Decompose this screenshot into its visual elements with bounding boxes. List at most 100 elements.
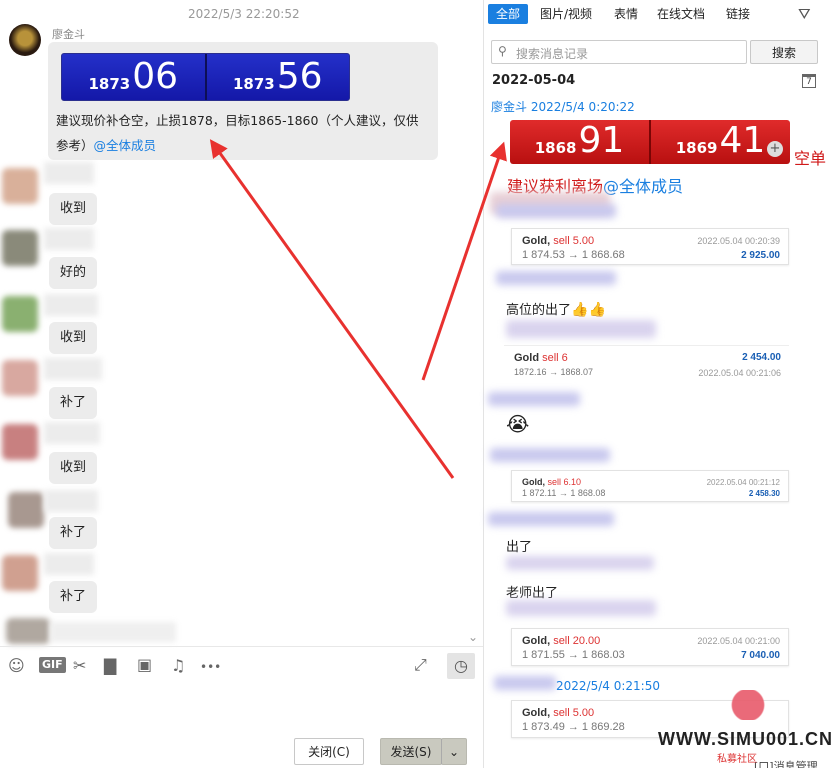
trade-time: 2022.05.04 00:21:06: [698, 368, 781, 378]
quote-image[interactable]: 1873 06 1873 56: [61, 53, 350, 101]
send-options-dropdown[interactable]: ⌄: [441, 738, 467, 765]
tab-stickers[interactable]: 表情: [614, 4, 638, 24]
red-quote-right-big: 41: [719, 120, 766, 161]
trade-card[interactable]: Gold, sell 6.10 1 872.11 → 1 868.08 2022…: [511, 470, 789, 502]
zoom-plus-icon[interactable]: +: [767, 141, 783, 157]
message-manager-link[interactable]: [口]消息管理: [754, 758, 818, 768]
late-timestamp: 2022/5/4 0:21:50: [556, 679, 660, 693]
message-bubble[interactable]: 1873 06 1873 56 建议现价补仓空，止损1878，目标1865-18…: [48, 42, 438, 160]
trade-amount: 2 458.30: [748, 489, 780, 498]
scissors-icon[interactable]: ✂: [73, 657, 86, 675]
thumbs-up-icon: 👍👍: [571, 302, 606, 318]
expand-icon[interactable]: ⤢: [414, 656, 427, 674]
red-mention-all[interactable]: @全体成员: [603, 177, 683, 196]
quote-right-big: 56: [276, 56, 323, 97]
reply-avatar[interactable]: [2, 230, 38, 266]
input-divider: [0, 646, 483, 647]
sender-name: 廖金斗: [52, 28, 85, 41]
blurred-name: [506, 600, 656, 616]
bell-icon[interactable]: ♫: [171, 657, 185, 675]
tab-links[interactable]: 链接: [726, 4, 750, 24]
trade-symbol: Gold, sell 6.10: [522, 477, 582, 487]
trade-symbol: Gold, sell 20.00: [522, 635, 601, 647]
history-pane: 全部 图片/视频 表情 在线文档 链接 ⛛ ⚲ 搜索消息记录 搜索 2022-0…: [484, 0, 834, 768]
image-icon[interactable]: ▣: [137, 656, 152, 674]
close-button[interactable]: 关闭(C): [294, 738, 364, 765]
gif-icon[interactable]: GIF: [39, 657, 66, 673]
reply-bubble[interactable]: 补了: [49, 387, 97, 419]
reply-avatar[interactable]: [2, 360, 38, 396]
trade-side: sell 5.00: [553, 707, 595, 719]
search-button[interactable]: 搜索: [750, 40, 818, 64]
reply-avatar[interactable]: [2, 296, 38, 332]
message-text-line2: 参考）@全体成员: [56, 135, 156, 154]
reply-name-blur: [44, 228, 94, 250]
red-quote-image[interactable]: 1868 91 1869 41: [510, 120, 790, 164]
calendar-icon[interactable]: 7: [802, 74, 816, 88]
trade-path: 1 873.49 → 1 869.28: [522, 721, 625, 733]
blurred-name: [506, 320, 656, 338]
trade-path: 1872.16 → 1868.07: [514, 367, 594, 377]
history-icon[interactable]: ◷: [447, 653, 475, 679]
reply-avatar[interactable]: [2, 555, 38, 591]
reply-bubble[interactable]: 收到: [49, 452, 97, 484]
message-text-line1: 建议现价补仓空，止损1878，目标1865-1860（个人建议，仅供: [56, 113, 419, 128]
reply-name-blur: [50, 622, 176, 642]
watermark-sub: 私募社区: [717, 754, 757, 765]
trade-amount: 7 040.00: [741, 650, 780, 661]
blurred-name: [506, 556, 654, 570]
message-text: 高位的出了👍👍: [506, 299, 606, 318]
quote-right-half: 1873 56: [204, 54, 350, 100]
reply-bubble[interactable]: 补了: [49, 581, 97, 613]
search-input[interactable]: ⚲ 搜索消息记录: [491, 40, 747, 64]
mention-all[interactable]: @全体成员: [94, 138, 157, 153]
red-quote-right-small: 1869: [675, 139, 718, 157]
trade-amount: 2 454.00: [742, 352, 781, 363]
reply-name-blur: [44, 553, 94, 575]
trade-card[interactable]: Gold sell 6 1872.16 → 1868.07 2022.05.04…: [504, 345, 789, 379]
folder-icon[interactable]: ▇: [104, 657, 116, 675]
send-button[interactable]: 发送(S): [380, 738, 442, 765]
tab-docs[interactable]: 在线文档: [657, 4, 705, 24]
filter-icon[interactable]: ⛛: [798, 5, 811, 23]
reply-bubble[interactable]: 好的: [49, 257, 97, 289]
reply-bubble[interactable]: 补了: [49, 517, 97, 549]
trade-amount: 2 925.00: [741, 250, 780, 261]
collapse-icon[interactable]: ⌄: [468, 630, 478, 644]
cry-emoji-icon: 😭: [506, 412, 530, 436]
red-quote-tail: 空单: [794, 149, 827, 168]
reply-avatar[interactable]: [2, 168, 38, 204]
trade-card[interactable]: Gold, sell 20.00 1 871.55 → 1 868.03 202…: [511, 628, 789, 666]
trade-time: 2022.05.04 00:21:12: [706, 478, 780, 487]
sender-avatar[interactable]: [9, 24, 41, 56]
trade-symbol: Gold, sell 5.00: [522, 235, 595, 247]
blurred-name: [488, 392, 580, 406]
watermark-url: WWW.SIMU001.CN: [658, 729, 834, 749]
reply-avatar[interactable]: [6, 618, 50, 644]
trade-side: sell 5.00: [553, 235, 595, 247]
date-header: 2022-05-04: [492, 73, 576, 88]
history-sender-time: 2022/5/4 0:20:22: [530, 100, 635, 114]
reply-name-blur: [44, 490, 98, 512]
blurred-name: [494, 676, 556, 690]
red-quote-left-small: 1868: [534, 139, 577, 157]
trade-side: sell 6: [542, 352, 568, 364]
blurred-name: [490, 448, 610, 462]
reply-avatar[interactable]: [2, 424, 38, 460]
chat-pane: 2022/5/3 22:20:52 廖金斗 1873 06 1873 56 建议…: [0, 0, 483, 768]
more-icon[interactable]: •••: [200, 658, 221, 676]
emoji-icon[interactable]: ☺: [8, 657, 25, 675]
message-text-line2-plain: 参考）: [56, 138, 94, 153]
trade-card[interactable]: Gold, sell 5.00 1 874.53 → 1 868.68 2022…: [511, 228, 789, 265]
reply-bubble[interactable]: 收到: [49, 193, 97, 225]
reply-bubble[interactable]: 收到: [49, 322, 97, 354]
search-placeholder: 搜索消息记录: [516, 47, 589, 61]
reply-name-blur: [44, 162, 94, 184]
reply-avatar[interactable]: [8, 492, 44, 528]
tab-media[interactable]: 图片/视频: [540, 4, 592, 24]
trade-symbol: Gold sell 6: [514, 352, 568, 364]
tab-all[interactable]: 全部: [488, 4, 529, 24]
reply-name-blur: [44, 294, 98, 316]
quote-left-half: 1873 06: [62, 54, 205, 100]
quote-left-small: 1873: [88, 75, 131, 93]
